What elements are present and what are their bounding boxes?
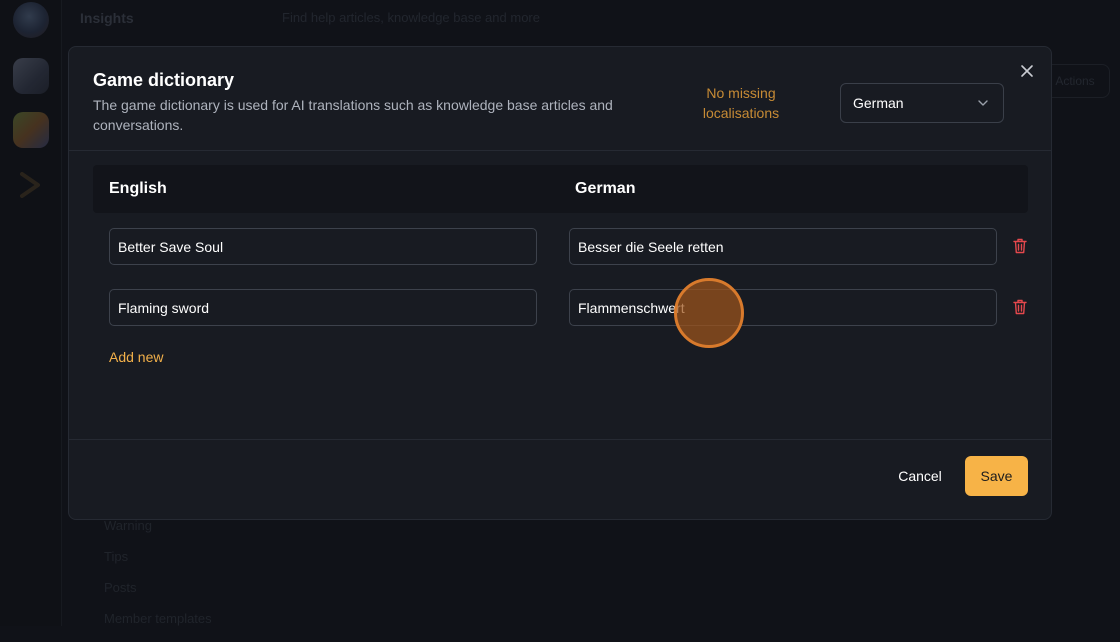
target-term-input[interactable]: Flammenschwert <box>569 289 997 326</box>
background-header-title: Insights <box>80 10 134 26</box>
modal-description: The game dictionary is used for AI trans… <box>93 97 613 133</box>
language-select[interactable]: German <box>840 83 1004 123</box>
background-search-hint: Find help articles, knowledge base and m… <box>282 10 540 25</box>
language-select-value: German <box>853 95 904 111</box>
game-avatar-3 <box>13 112 49 148</box>
add-new-link[interactable]: Add new <box>109 349 163 365</box>
background-list-item: Posts <box>104 580 137 595</box>
cancel-button[interactable]: Cancel <box>887 457 953 495</box>
game-avatar-1 <box>13 2 49 38</box>
modal-header: Game dictionary The game dictionary is u… <box>69 47 1051 151</box>
close-icon[interactable] <box>1019 63 1035 79</box>
footer-divider <box>69 439 1051 440</box>
column-header-english: English <box>109 180 167 197</box>
trash-icon[interactable] <box>1013 238 1027 254</box>
column-header-german: German <box>575 180 636 197</box>
source-term-input[interactable]: Better Save Soul <box>109 228 537 265</box>
background-sidebar <box>0 0 62 626</box>
table-header: English German <box>93 165 1028 213</box>
background-list-item: Tips <box>104 549 129 564</box>
chevron-down-icon <box>978 100 988 106</box>
background-list-item: Warning <box>104 518 152 533</box>
modal-title: Game dictionary <box>93 70 235 90</box>
background-list-item: Member templates <box>104 611 212 626</box>
game-avatar-2 <box>13 58 49 94</box>
save-button[interactable]: Save <box>965 456 1028 496</box>
game-dictionary-modal: Game dictionary The game dictionary is u… <box>68 46 1052 520</box>
arrow-logo-icon <box>16 170 46 200</box>
localisation-status: No missing localisations <box>702 85 780 121</box>
trash-icon[interactable] <box>1013 299 1027 315</box>
background-list: Warning Tips Posts Member templates <box>104 518 212 642</box>
source-term-input[interactable]: Flaming sword <box>109 289 537 326</box>
target-term-input[interactable]: Besser die Seele retten <box>569 228 997 265</box>
